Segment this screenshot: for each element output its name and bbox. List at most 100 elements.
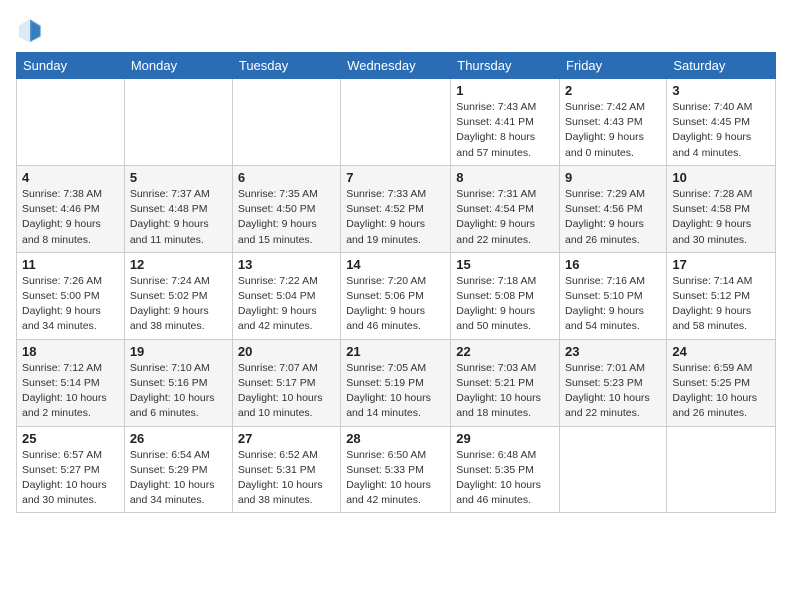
- weekday-header-row: SundayMondayTuesdayWednesdayThursdayFrid…: [17, 53, 776, 79]
- day-number: 11: [22, 257, 119, 272]
- day-number: 17: [672, 257, 770, 272]
- day-info: Sunrise: 7:01 AM Sunset: 5:23 PM Dayligh…: [565, 361, 661, 422]
- calendar-cell: 14 Sunrise: 7:20 AM Sunset: 5:06 PM Dayli…: [341, 252, 451, 339]
- calendar-cell: 16Sunrise: 7:16 AM Sunset: 5:10 PM Dayli…: [560, 252, 667, 339]
- day-number: 22: [456, 344, 554, 359]
- page: SundayMondayTuesdayWednesdayThursdayFrid…: [0, 0, 792, 612]
- day-number: 19: [130, 344, 227, 359]
- day-number: 8: [456, 170, 554, 185]
- day-info: Sunrise: 7:10 AM Sunset: 5:16 PM Dayligh…: [130, 361, 227, 422]
- weekday-header-friday: Friday: [560, 53, 667, 79]
- day-info: Sunrise: 7:12 AM Sunset: 5:14 PM Dayligh…: [22, 361, 119, 422]
- day-number: 13: [238, 257, 335, 272]
- calendar-cell: 29Sunrise: 6:48 AM Sunset: 5:35 PM Dayli…: [451, 426, 560, 513]
- calendar-week-row: 25 Sunrise: 6:57 AM Sunset: 5:27 PM Dayli…: [17, 426, 776, 513]
- day-info: Sunrise: 7:14 AM Sunset: 5:12 PM Dayligh…: [672, 274, 770, 335]
- calendar-cell: 17 Sunrise: 7:14 AM Sunset: 5:12 PM Dayli…: [667, 252, 776, 339]
- day-info: Sunrise: 7:43 AM Sunset: 4:41 PM Dayligh…: [456, 100, 554, 161]
- day-info: Sunrise: 6:57 AM Sunset: 5:27 PM Dayligh…: [22, 448, 119, 509]
- day-number: 1: [456, 83, 554, 98]
- day-number: 7: [346, 170, 445, 185]
- calendar-cell: 24 Sunrise: 6:59 AM Sunset: 5:25 PM Dayli…: [667, 339, 776, 426]
- calendar-cell: 23 Sunrise: 7:01 AM Sunset: 5:23 PM Dayli…: [560, 339, 667, 426]
- calendar-cell: 25 Sunrise: 6:57 AM Sunset: 5:27 PM Dayli…: [17, 426, 125, 513]
- day-number: 3: [672, 83, 770, 98]
- weekday-header-wednesday: Wednesday: [341, 53, 451, 79]
- day-info: Sunrise: 7:07 AM Sunset: 5:17 PM Dayligh…: [238, 361, 335, 422]
- day-number: 2: [565, 83, 661, 98]
- day-info: Sunrise: 7:05 AM Sunset: 5:19 PM Dayligh…: [346, 361, 445, 422]
- weekday-header-saturday: Saturday: [667, 53, 776, 79]
- calendar-cell: 22 Sunrise: 7:03 AM Sunset: 5:21 PM Dayli…: [451, 339, 560, 426]
- day-number: 29: [456, 431, 554, 446]
- day-info: Sunrise: 7:42 AM Sunset: 4:43 PM Dayligh…: [565, 100, 661, 161]
- day-number: 12: [130, 257, 227, 272]
- day-number: 15: [456, 257, 554, 272]
- day-number: 4: [22, 170, 119, 185]
- day-number: 23: [565, 344, 661, 359]
- day-info: Sunrise: 6:59 AM Sunset: 5:25 PM Dayligh…: [672, 361, 770, 422]
- calendar-body: 1 Sunrise: 7:43 AM Sunset: 4:41 PM Daylig…: [17, 79, 776, 513]
- day-number: 18: [22, 344, 119, 359]
- calendar-cell: [232, 79, 340, 166]
- calendar-cell: 5 Sunrise: 7:37 AM Sunset: 4:48 PM Daylig…: [124, 165, 232, 252]
- day-number: 5: [130, 170, 227, 185]
- day-info: Sunrise: 7:38 AM Sunset: 4:46 PM Dayligh…: [22, 187, 119, 248]
- calendar-cell: 1 Sunrise: 7:43 AM Sunset: 4:41 PM Daylig…: [451, 79, 560, 166]
- day-info: Sunrise: 6:54 AM Sunset: 5:29 PM Dayligh…: [130, 448, 227, 509]
- day-number: 20: [238, 344, 335, 359]
- calendar-cell: 12 Sunrise: 7:24 AM Sunset: 5:02 PM Dayli…: [124, 252, 232, 339]
- day-number: 21: [346, 344, 445, 359]
- day-info: Sunrise: 7:35 AM Sunset: 4:50 PM Dayligh…: [238, 187, 335, 248]
- day-number: 24: [672, 344, 770, 359]
- day-number: 26: [130, 431, 227, 446]
- logo-icon: [16, 16, 44, 44]
- day-number: 27: [238, 431, 335, 446]
- day-info: Sunrise: 7:29 AM Sunset: 4:56 PM Dayligh…: [565, 187, 661, 248]
- day-info: Sunrise: 7:40 AM Sunset: 4:45 PM Dayligh…: [672, 100, 770, 161]
- calendar-week-row: 4 Sunrise: 7:38 AM Sunset: 4:46 PM Daylig…: [17, 165, 776, 252]
- day-number: 14: [346, 257, 445, 272]
- calendar-cell: 21 Sunrise: 7:05 AM Sunset: 5:19 PM Dayli…: [341, 339, 451, 426]
- calendar-cell: 19 Sunrise: 7:10 AM Sunset: 5:16 PM Dayli…: [124, 339, 232, 426]
- header: [16, 16, 776, 44]
- day-info: Sunrise: 7:24 AM Sunset: 5:02 PM Dayligh…: [130, 274, 227, 335]
- day-info: Sunrise: 7:18 AM Sunset: 5:08 PM Dayligh…: [456, 274, 554, 335]
- weekday-header-thursday: Thursday: [451, 53, 560, 79]
- calendar-table: SundayMondayTuesdayWednesdayThursdayFrid…: [16, 52, 776, 513]
- calendar-cell: 2 Sunrise: 7:42 AM Sunset: 4:43 PM Daylig…: [560, 79, 667, 166]
- day-info: Sunrise: 7:33 AM Sunset: 4:52 PM Dayligh…: [346, 187, 445, 248]
- calendar-cell: 18 Sunrise: 7:12 AM Sunset: 5:14 PM Dayli…: [17, 339, 125, 426]
- calendar-cell: [667, 426, 776, 513]
- calendar-cell: 9 Sunrise: 7:29 AM Sunset: 4:56 PM Daylig…: [560, 165, 667, 252]
- calendar-cell: 4 Sunrise: 7:38 AM Sunset: 4:46 PM Daylig…: [17, 165, 125, 252]
- day-info: Sunrise: 7:20 AM Sunset: 5:06 PM Dayligh…: [346, 274, 445, 335]
- day-info: Sunrise: 7:28 AM Sunset: 4:58 PM Dayligh…: [672, 187, 770, 248]
- calendar-cell: 7 Sunrise: 7:33 AM Sunset: 4:52 PM Daylig…: [341, 165, 451, 252]
- calendar-cell: 27Sunrise: 6:52 AM Sunset: 5:31 PM Dayli…: [232, 426, 340, 513]
- day-info: Sunrise: 6:50 AM Sunset: 5:33 PM Dayligh…: [346, 448, 445, 509]
- day-number: 10: [672, 170, 770, 185]
- calendar-cell: 3 Sunrise: 7:40 AM Sunset: 4:45 PM Daylig…: [667, 79, 776, 166]
- day-info: Sunrise: 7:03 AM Sunset: 5:21 PM Dayligh…: [456, 361, 554, 422]
- calendar-cell: 15 Sunrise: 7:18 AM Sunset: 5:08 PM Dayli…: [451, 252, 560, 339]
- calendar-cell: [341, 79, 451, 166]
- day-info: Sunrise: 7:37 AM Sunset: 4:48 PM Dayligh…: [130, 187, 227, 248]
- day-number: 28: [346, 431, 445, 446]
- calendar-week-row: 11Sunrise: 7:26 AM Sunset: 5:00 PM Dayli…: [17, 252, 776, 339]
- calendar-cell: 28 Sunrise: 6:50 AM Sunset: 5:33 PM Dayli…: [341, 426, 451, 513]
- calendar-cell: 20 Sunrise: 7:07 AM Sunset: 5:17 PM Dayli…: [232, 339, 340, 426]
- day-number: 6: [238, 170, 335, 185]
- day-info: Sunrise: 7:22 AM Sunset: 5:04 PM Dayligh…: [238, 274, 335, 335]
- weekday-header-sunday: Sunday: [17, 53, 125, 79]
- day-info: Sunrise: 7:31 AM Sunset: 4:54 PM Dayligh…: [456, 187, 554, 248]
- day-number: 16: [565, 257, 661, 272]
- logo: [16, 16, 48, 44]
- calendar-cell: 6 Sunrise: 7:35 AM Sunset: 4:50 PM Daylig…: [232, 165, 340, 252]
- weekday-header-monday: Monday: [124, 53, 232, 79]
- calendar-header: SundayMondayTuesdayWednesdayThursdayFrid…: [17, 53, 776, 79]
- calendar-cell: 26 Sunrise: 6:54 AM Sunset: 5:29 PM Dayli…: [124, 426, 232, 513]
- calendar-cell: [17, 79, 125, 166]
- day-number: 25: [22, 431, 119, 446]
- day-number: 9: [565, 170, 661, 185]
